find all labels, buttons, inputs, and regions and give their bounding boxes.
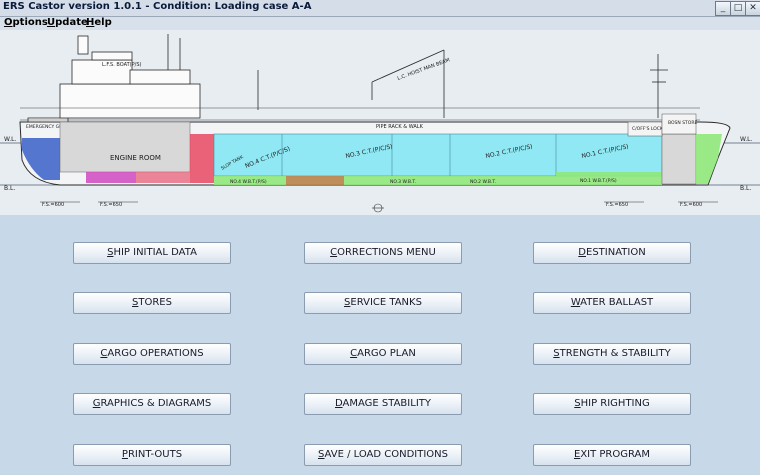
save-load-conditions-button[interactable]: SAVE / LOAD CONDITIONS [304, 444, 462, 466]
corrections-menu-button[interactable]: CORRECTIONS MENU [304, 242, 462, 264]
label-pipe-rack: PIPE RACK & WALK [376, 124, 424, 130]
close-button[interactable]: ✕ [745, 1, 760, 16]
label-lc-hoist: L.C. HOIST MAN BEAM [397, 57, 451, 82]
label-fs600-right: F.S.=600 [680, 202, 702, 208]
label-wbt3: NO.3 W.B.T. [390, 179, 416, 185]
ship-initial-data-button[interactable]: SHIP INITIAL DATA [73, 242, 231, 264]
label-wl-right: W.L. [740, 136, 752, 143]
minimize-button[interactable]: _ [715, 1, 731, 16]
label-bl-right: B.L. [740, 185, 751, 192]
ship-profile-drawing: L.F.S. BOAT(P/S) L.C. HOIST MAN BEAM EME… [0, 34, 760, 213]
fuel-oil-tank [86, 172, 136, 183]
maximize-button[interactable]: □ [730, 1, 746, 16]
menu-bar: Options Update Help [0, 17, 760, 30]
label-wl-left: W.L. [4, 136, 16, 143]
label-fs650-left: F.S.=650 [100, 202, 122, 208]
exit-program-button[interactable]: EXIT PROGRAM [533, 444, 691, 466]
service-tanks-button[interactable]: SERVICE TANKS [304, 292, 462, 314]
label-wbt4: NO.4 W.B.T.(P/S) [230, 179, 267, 185]
ship-profile-panel: L.F.S. BOAT(P/S) L.C. HOIST MAN BEAM EME… [0, 30, 760, 215]
menu-help[interactable]: Help [86, 17, 112, 28]
label-lfs-boat: L.F.S. BOAT(P/S) [102, 62, 141, 68]
stores-button[interactable]: STORES [73, 292, 231, 314]
graphics-diagrams-button[interactable]: GRAPHICS & DIAGRAMS [73, 393, 231, 415]
cargo-operations-button[interactable]: CARGO OPERATIONS [73, 343, 231, 365]
menu-options[interactable]: Options [4, 17, 48, 28]
aft-peak-tank [22, 138, 60, 180]
label-bl-left: B.L. [4, 185, 15, 192]
wbt2-tank [450, 176, 556, 185]
pump-room [190, 134, 214, 183]
label-engine-room: ENGINE ROOM [110, 154, 161, 162]
fore-store [661, 133, 697, 185]
label-boson-store: BOSN STORE [668, 120, 697, 126]
superstructure [27, 34, 668, 129]
diesel-oil-tank [136, 172, 190, 183]
ship-righting-button[interactable]: SHIP RIGHTING [533, 393, 691, 415]
label-wbt2: NO.2 W.B.T. [470, 179, 496, 185]
strength-stability-button[interactable]: STRENGTH & STABILITY [533, 343, 691, 365]
slop-bottom-tank [286, 176, 344, 185]
label-fs650-right: F.S.=650 [606, 202, 628, 208]
cargo-plan-button[interactable]: CARGO PLAN [304, 343, 462, 365]
label-fs600-left: F.S.=600 [42, 202, 64, 208]
label-wbt1: NO.1 W.B.T.(P/S) [580, 178, 617, 184]
engine-room [59, 121, 191, 173]
menu-update[interactable]: Update [47, 17, 88, 28]
title-bar: ERS Castor version 1.0.1 - Condition: Lo… [0, 0, 760, 17]
water-ballast-button[interactable]: WATER BALLAST [533, 292, 691, 314]
destination-button[interactable]: DESTINATION [533, 242, 691, 264]
print-outs-button[interactable]: PRINT-OUTS [73, 444, 231, 466]
damage-stability-button[interactable]: DAMAGE STABILITY [304, 393, 462, 415]
window-title: ERS Castor version 1.0.1 - Condition: Lo… [3, 1, 312, 12]
